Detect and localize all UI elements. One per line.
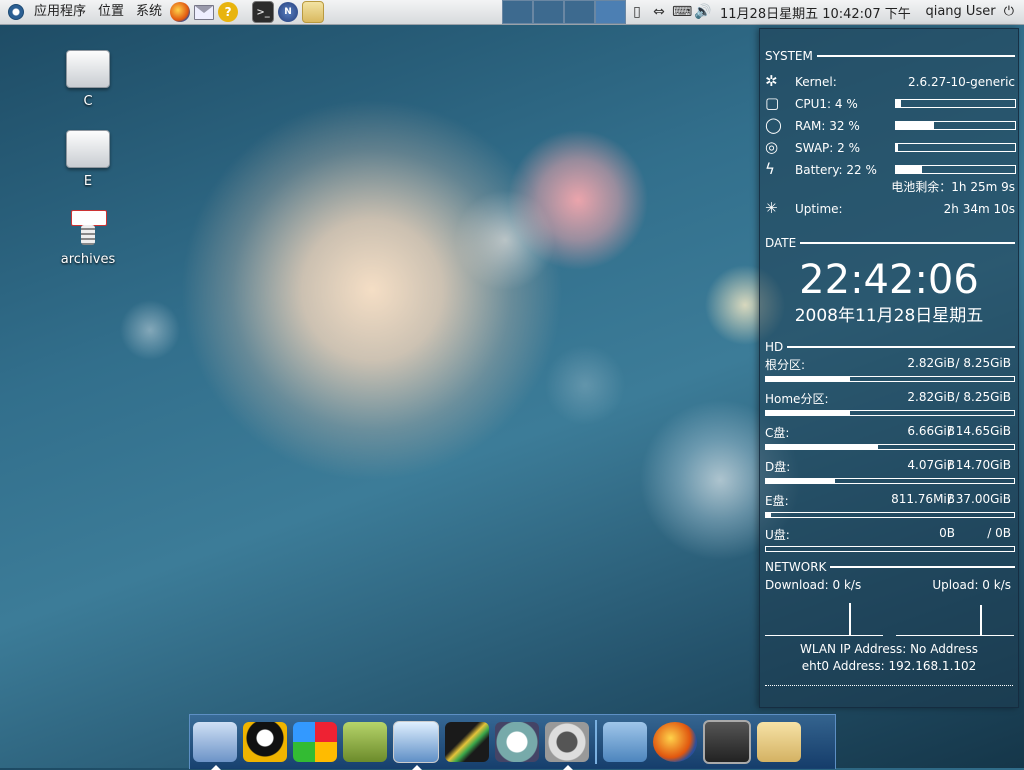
wlan-address: WLAN IP Address: No Address: [800, 642, 978, 656]
user-menu[interactable]: qiang User ⏻: [925, 0, 1014, 24]
cpu-icon: ▢: [765, 94, 780, 112]
main-menu: 应用程序 位置 系统 ? >_ N: [0, 0, 326, 24]
archive-icon: [71, 210, 107, 246]
cpu-bar-fill: [896, 100, 901, 107]
trash-icon[interactable]: [757, 722, 801, 762]
terminal-icon[interactable]: [703, 720, 751, 764]
ram-bar-fill: [896, 122, 935, 129]
download-graph: [765, 599, 883, 636]
swap-icon: ◎: [765, 138, 779, 156]
firefox-icon[interactable]: [653, 722, 697, 762]
battery-remaining-row: 电池剩余：1h 25m 9s: [891, 180, 1015, 194]
partition-bar-fill: [766, 411, 851, 415]
workspace-4[interactable]: [595, 0, 626, 24]
drive-icon: [66, 50, 110, 88]
menu-system[interactable]: 系统: [130, 0, 168, 24]
cpu-bar: [895, 99, 1016, 108]
graph-spike: [980, 605, 982, 635]
system-tray: ▯ ⇔ ⌨ 🔊 11月28日星期五 10:42:07 下午: [626, 0, 911, 24]
partition-bar-fill: [766, 445, 878, 449]
network-icon[interactable]: N: [278, 2, 299, 22]
dock-separator: [595, 720, 597, 764]
battery-icon[interactable]: ▯: [628, 3, 646, 21]
graph-icon[interactable]: [445, 722, 489, 762]
hd-section-header: HD: [765, 340, 1015, 354]
ubuntu-icon: ✲: [765, 72, 778, 90]
battery-bar-fill: [896, 166, 923, 173]
partition-bar-fill: [766, 513, 771, 517]
battery-row: ϟ Battery: 22 %: [765, 160, 1016, 178]
mail-launcher[interactable]: [194, 2, 215, 22]
qq-icon[interactable]: [243, 722, 287, 762]
books-icon[interactable]: [343, 722, 387, 762]
upload-graph: [896, 599, 1014, 636]
top-panel: 应用程序 位置 系统 ? >_ N ▯ ⇔ ⌨ 🔊 11月28日星期五 10:4…: [0, 0, 1024, 25]
power-icon[interactable]: ⏻: [1004, 0, 1014, 24]
monitor-icon[interactable]: [393, 721, 439, 770]
cpu-row: ▢ CPU1: 4 %: [765, 94, 1016, 112]
mail-icon: [194, 4, 215, 20]
partition-bar: [765, 546, 1015, 552]
desktop-icon-label: archives: [60, 252, 116, 267]
menu-places[interactable]: 位置: [92, 0, 130, 24]
kernel-row: ✲ Kernel: 2.6.27-10-generic: [765, 72, 1015, 90]
workspace-switcher: [502, 0, 626, 24]
partition-bar-fill: [766, 479, 836, 483]
partition-bar: [765, 512, 1015, 518]
partition-bar: [765, 410, 1015, 416]
keyboard-icon[interactable]: ⌨: [672, 3, 692, 21]
volume-icon[interactable]: 🔊: [694, 3, 712, 21]
partition-bar-fill: [766, 377, 851, 381]
color-icon[interactable]: [293, 722, 337, 762]
help-icon[interactable]: ?: [218, 2, 239, 22]
ram-bar: [895, 121, 1016, 130]
conky-monitor: SYSTEM ✲ Kernel: 2.6.27-10-generic ▢ CPU…: [759, 28, 1019, 708]
headphones-icon[interactable]: [545, 722, 589, 770]
firefox-icon[interactable]: [170, 2, 191, 22]
lightning-icon: ϟ: [765, 160, 775, 178]
upload-speed: Upload: 0 k/s: [932, 578, 1011, 592]
terminal-icon[interactable]: >_: [252, 1, 275, 23]
desktop-icon-archives[interactable]: archives: [53, 210, 123, 267]
workspace-2[interactable]: [533, 0, 564, 24]
folder-icon[interactable]: [603, 722, 647, 762]
dock: [189, 714, 836, 770]
uptime-icon: ✳: [765, 199, 778, 217]
partition-bar: [765, 478, 1015, 484]
desktop-icon-label: E: [83, 174, 93, 189]
download-speed: Download: 0 k/s: [765, 578, 862, 592]
network-section-header: NETWORK: [765, 560, 1015, 574]
drive-icon: [66, 130, 110, 168]
graph-spike: [849, 603, 851, 635]
desktop-icon-c[interactable]: C: [53, 50, 123, 109]
save-icon[interactable]: [193, 722, 237, 770]
swap-row: ◎ SWAP: 2 %: [765, 138, 1016, 156]
workspace-3[interactable]: [564, 0, 595, 24]
eth-address: eht0 Address: 192.168.1.102: [801, 659, 977, 673]
desktop-icon-label: C: [83, 94, 93, 109]
ram-icon: ◯: [765, 116, 782, 134]
divider: [765, 685, 1013, 686]
swap-bar-fill: [896, 144, 899, 151]
desktop-icon-e[interactable]: E: [53, 130, 123, 189]
folder-icon[interactable]: [302, 1, 325, 23]
clock[interactable]: 11月28日星期五 10:42:07 下午: [720, 3, 911, 22]
swap-bar: [895, 143, 1016, 152]
ubuntu-logo-icon[interactable]: [8, 4, 24, 20]
uptime-row: ✳ Uptime: 2h 34m 10s: [765, 199, 1015, 217]
system-section-header: SYSTEM: [765, 49, 1015, 63]
ram-row: ◯ RAM: 32 %: [765, 116, 1016, 134]
conky-time: 22:42:06: [799, 257, 979, 303]
media-icon[interactable]: [495, 722, 539, 762]
date-section-header: DATE: [765, 236, 1015, 250]
workspace-1[interactable]: [502, 0, 533, 24]
network-arrows-icon[interactable]: ⇔: [650, 3, 668, 21]
menu-applications[interactable]: 应用程序: [28, 0, 92, 24]
partition-bar: [765, 376, 1015, 382]
conky-date: 2008年11月28日星期五: [794, 306, 984, 326]
battery-bar: [895, 165, 1016, 174]
user-name: qiang User: [925, 4, 996, 19]
partition-bar: [765, 444, 1015, 450]
